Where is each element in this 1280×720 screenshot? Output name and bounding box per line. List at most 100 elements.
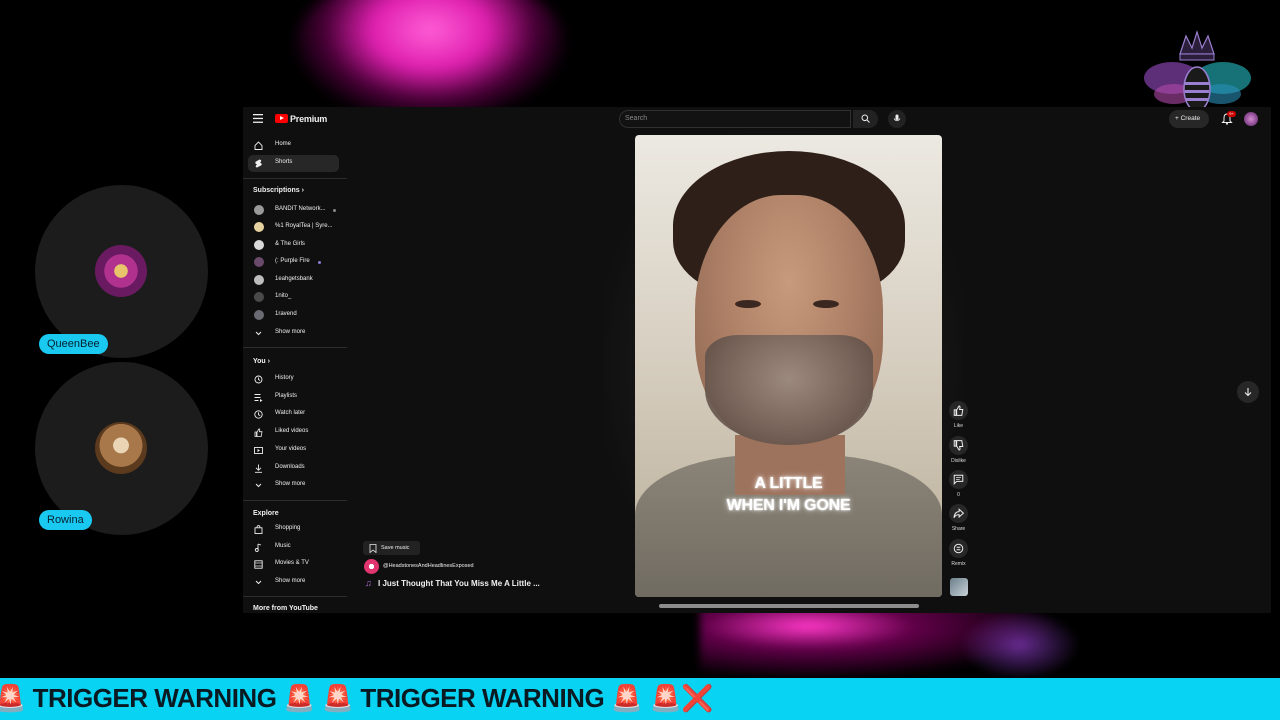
new-content-dot: [318, 261, 321, 264]
you-heading[interactable]: You ›: [253, 358, 270, 365]
channel-avatar: [254, 257, 264, 267]
like-label: Like: [953, 423, 964, 429]
explore-heading: Explore: [253, 510, 279, 517]
dislike-button[interactable]: [949, 436, 968, 455]
share-icon: [953, 508, 964, 519]
video-caption-line: WHEN I'M GONE: [726, 497, 851, 514]
channel-avatar: [254, 205, 264, 215]
channel-avatar[interactable]: [364, 559, 379, 574]
save-music-label: Save music: [381, 545, 410, 551]
search-button[interactable]: [853, 110, 878, 128]
sidebar-item-label: Movies & TV: [275, 560, 309, 566]
show-more-label: Show more: [275, 329, 306, 335]
subscription-item[interactable]: (: Purple Fire: [248, 254, 339, 271]
sidebar-item-home[interactable]: Home: [248, 137, 339, 154]
youtube-sidebar: Home Shorts Subscriptions › BANDIT Netwo…: [243, 133, 347, 613]
channel-avatar: [254, 275, 264, 285]
chevron-down-icon: [255, 483, 262, 488]
thumbs-up-icon: [254, 428, 263, 437]
sidebar-divider: [243, 178, 347, 179]
music-note-icon: [254, 543, 262, 552]
share-button[interactable]: [949, 504, 968, 523]
chevron-down-icon: [255, 580, 262, 585]
explore-show-more[interactable]: Show more: [248, 574, 339, 591]
video-caption-line: A LITTLE: [754, 475, 823, 492]
you-heading-label: You: [253, 358, 266, 365]
sidebar-item-history[interactable]: History: [248, 371, 339, 388]
subscription-item[interactable]: 1nito_: [248, 289, 339, 306]
channel-avatar: [254, 222, 264, 232]
video-progress-track[interactable]: [659, 604, 919, 608]
clock-icon: [254, 410, 263, 419]
microphone-icon: [893, 114, 901, 122]
song-title[interactable]: I Just Thought That You Miss Me A Little…: [378, 579, 540, 588]
sidebar-item-music[interactable]: Music: [248, 539, 339, 556]
thumbs-down-icon: [953, 440, 964, 451]
thumbs-up-icon: [953, 405, 964, 416]
subscription-label: 1ravend: [275, 311, 297, 317]
pink-smoke-decoration: [295, 0, 565, 120]
youtube-window: Premium Search + Create 9+ Home Shorts S…: [243, 107, 1271, 613]
channel-handle[interactable]: @HeadstonesAndHeadlinesExposed: [383, 563, 474, 569]
short-video-player[interactable]: A LITTLE WHEN I'M GONE: [635, 135, 942, 597]
sidebar-item-label: Shorts: [275, 159, 293, 165]
like-button[interactable]: [949, 401, 968, 420]
subscription-label: & The Girls: [275, 241, 305, 247]
playlists-icon: [254, 394, 263, 402]
sidebar-item-label: Home: [275, 141, 292, 147]
subscription-item[interactable]: 1ravend: [248, 307, 339, 324]
you-show-more[interactable]: Show more: [248, 477, 339, 494]
music-note-icon: ♫: [365, 578, 372, 588]
trigger-warning-ticker: 🚨 TRIGGER WARNING 🚨 🚨 TRIGGER WARNING 🚨 …: [0, 678, 1280, 720]
sidebar-item-liked-videos[interactable]: Liked videos: [248, 424, 339, 441]
comment-icon: [953, 474, 964, 485]
youtube-logo-icon[interactable]: [275, 114, 288, 123]
subscription-item[interactable]: 1eahgetsbank: [248, 272, 339, 289]
youtube-brand-label[interactable]: Premium: [290, 114, 327, 124]
remix-icon: [953, 543, 964, 554]
notification-count-badge: 9+: [1227, 111, 1236, 117]
search-input[interactable]: Search: [619, 110, 851, 128]
participant-name-label: QueenBee: [39, 334, 108, 354]
channel-avatar: [254, 292, 264, 302]
share-label: Share: [951, 526, 966, 532]
new-content-dot: [333, 209, 336, 212]
subscriptions-show-more[interactable]: Show more: [248, 325, 339, 342]
sidebar-item-movies-tv[interactable]: Movies & TV: [248, 556, 339, 573]
remix-label: Remix: [951, 561, 966, 567]
sidebar-item-shopping[interactable]: Shopping: [248, 521, 339, 538]
subscription-item[interactable]: %1 RoyalTea | Syre...: [248, 219, 339, 236]
subscription-item[interactable]: & The Girls: [248, 237, 339, 254]
hamburger-menu-icon[interactable]: [253, 114, 263, 123]
subscription-label: 1eahgetsbank: [275, 276, 313, 282]
sidebar-item-playlists[interactable]: Playlists: [248, 389, 339, 406]
account-avatar[interactable]: [1244, 112, 1258, 126]
channel-avatar: [254, 310, 264, 320]
sidebar-item-your-videos[interactable]: Your videos: [248, 442, 339, 459]
video-icon: [254, 447, 263, 454]
create-button[interactable]: + Create: [1169, 110, 1209, 128]
subscriptions-heading[interactable]: Subscriptions ›: [253, 187, 304, 194]
voice-search-button[interactable]: [888, 110, 906, 128]
sidebar-item-watch-later[interactable]: Watch later: [248, 406, 339, 423]
sidebar-item-downloads[interactable]: Downloads: [248, 460, 339, 477]
participant-tile-queenbee[interactable]: [35, 185, 208, 358]
participant-name-label: Rowina: [39, 510, 92, 530]
next-short-button[interactable]: [1237, 381, 1259, 403]
participant-avatar: [95, 422, 147, 474]
shorts-icon: [255, 159, 262, 168]
more-from-youtube-heading: More from YouTube: [253, 605, 318, 612]
comments-button[interactable]: [949, 470, 968, 489]
search-placeholder: Search: [625, 115, 648, 122]
subscription-item[interactable]: BANDIT Network...: [248, 202, 339, 219]
chevron-right-icon: ›: [301, 187, 304, 194]
ticker-text: 🚨 TRIGGER WARNING 🚨 🚨 TRIGGER WARNING 🚨 …: [0, 683, 714, 713]
sidebar-item-shorts[interactable]: Shorts: [248, 155, 339, 172]
sound-thumbnail[interactable]: [950, 578, 968, 596]
sidebar-item-label: History: [275, 375, 294, 381]
save-music-button[interactable]: Save music: [363, 541, 420, 555]
home-icon: [254, 141, 263, 150]
remix-button[interactable]: [949, 539, 968, 558]
chevron-down-icon: [255, 331, 262, 336]
sidebar-item-label: Playlists: [275, 393, 298, 399]
